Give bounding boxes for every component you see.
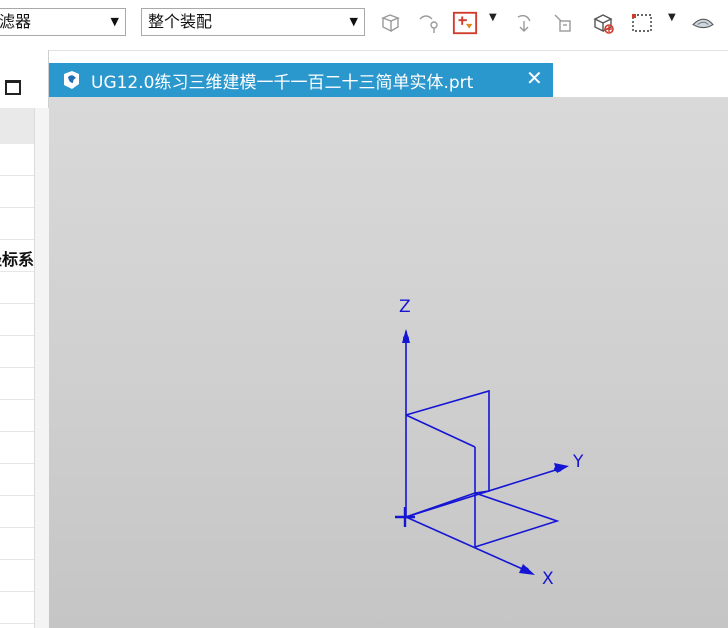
list-item[interactable] [0, 336, 34, 368]
list-item[interactable] [0, 432, 34, 464]
panel-scrollbar[interactable] [34, 108, 49, 628]
base-face-edge [474, 492, 560, 548]
x-axis-line [405, 516, 528, 572]
origin-marker [395, 507, 415, 527]
selection-filter-value: 滤器 [0, 12, 32, 31]
x-arrow-knob [521, 567, 529, 573]
maximize-icon[interactable] [5, 80, 21, 95]
snap-view-icon[interactable] [378, 9, 404, 37]
list-item[interactable] [0, 368, 34, 400]
measure-icon[interactable] [550, 9, 576, 37]
chevron-down-icon: ▼ [349, 15, 358, 28]
list-item[interactable] [0, 176, 34, 208]
vertical-face-edge [405, 414, 476, 448]
close-icon[interactable]: ✕ [526, 66, 543, 90]
y-arrow-knob [554, 466, 562, 472]
chevron-down-icon: ▼ [110, 15, 119, 28]
point-snap-icon[interactable] [416, 9, 442, 37]
selection-filter-combo[interactable]: 滤器 ▼ [0, 8, 126, 36]
document-tab[interactable]: UG12.0练习三维建模一千一百二十三简单实体.prt ✕ [49, 63, 553, 97]
x-axis-label: X [542, 569, 554, 589]
list-item[interactable] [0, 304, 34, 336]
shade-icon[interactable] [690, 9, 724, 37]
selection-filter-icon[interactable] [452, 9, 480, 37]
top-toolbar: 滤器 ▼ 整个装配 ▼ ▼ ▼ [0, 0, 728, 51]
panel-header [0, 50, 48, 108]
cube-icon[interactable] [591, 9, 617, 37]
list-item[interactable] [0, 144, 34, 176]
chevron-down-icon[interactable]: ▼ [668, 12, 676, 23]
list-item[interactable] [0, 464, 34, 496]
z-axis-label: Z [399, 297, 411, 317]
model-wireframe [395, 329, 569, 575]
list-item[interactable] [0, 496, 34, 528]
list-item[interactable] [0, 400, 34, 432]
graphics-viewport[interactable]: Z Y X [49, 97, 728, 628]
list-item[interactable] [0, 560, 34, 592]
z-arrow-knob [403, 335, 409, 343]
chevron-down-icon[interactable]: ▼ [489, 12, 497, 23]
list-item[interactable] [0, 528, 34, 560]
assembly-scope-combo[interactable]: 整个装配 ▼ [141, 8, 365, 36]
list-item[interactable] [0, 208, 34, 240]
document-tab-title: UG12.0练习三维建模一千一百二十三简单实体.prt [91, 73, 474, 93]
list-item[interactable] [0, 272, 34, 304]
part-file-icon [64, 71, 79, 89]
panel-column-header [0, 108, 36, 144]
box-select-icon[interactable] [630, 9, 656, 37]
y-axis-label: Y [573, 452, 584, 472]
list-item[interactable] [0, 592, 34, 624]
assembly-scope-value: 整个装配 [148, 12, 213, 31]
coordinate-system-label: 坐标系 [0, 250, 34, 269]
move-icon[interactable] [512, 9, 538, 37]
navigator-panel: 坐标系 [0, 50, 49, 628]
document-tab-bar: UG12.0练习三维建模一千一百二十三简单实体.prt ✕ [49, 63, 728, 97]
base-face-edge [405, 492, 476, 518]
vertical-face-edge [405, 389, 490, 494]
